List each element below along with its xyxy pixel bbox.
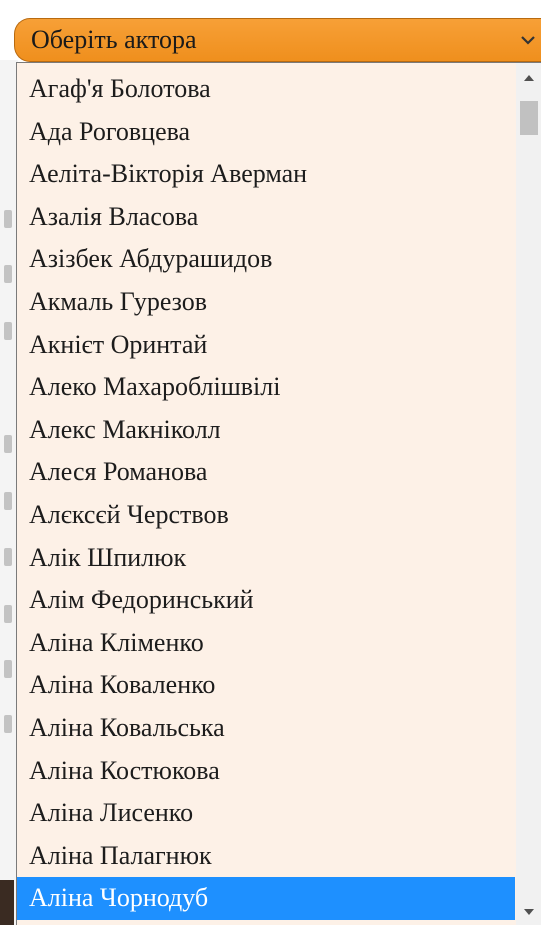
option-item[interactable]: Агаф'я Болотова xyxy=(17,68,515,111)
option-item[interactable]: Алекс Макніколл xyxy=(17,409,515,452)
background-text-fragment xyxy=(4,210,12,228)
option-item[interactable]: Алєксєй Черствов xyxy=(17,494,515,537)
option-list: Агаф'я Болотова Ада Роговцева Аеліта-Вікто… xyxy=(17,68,515,920)
background-text-fragment xyxy=(4,548,12,566)
page: Оберіть актора Агаф'я Болотова Ада Роговц… xyxy=(0,0,541,925)
dropdown-scrollbar[interactable] xyxy=(516,63,541,925)
background-text-fragment xyxy=(4,715,12,733)
option-item[interactable]: Алім Федоринський xyxy=(17,579,515,622)
option-item[interactable]: Алеко Махароблішвілі xyxy=(17,366,515,409)
background-page-footer xyxy=(0,880,14,925)
background-text-fragment xyxy=(4,660,12,678)
background-text-fragment xyxy=(4,435,12,453)
background-text-fragment xyxy=(4,492,12,510)
option-item[interactable]: Акнієт Оринтай xyxy=(17,324,515,367)
background-text-fragment xyxy=(4,265,12,283)
option-item[interactable]: Аеліта-Вікторія Аверман xyxy=(17,153,515,196)
option-item[interactable]: Аліна Коваленко xyxy=(17,664,515,707)
actor-select[interactable]: Оберіть актора xyxy=(14,18,541,62)
chevron-down-icon[interactable] xyxy=(515,18,541,62)
option-item[interactable]: Акмаль Гурезов xyxy=(17,281,515,324)
option-item[interactable]: Азалія Власова xyxy=(17,196,515,239)
scroll-up-arrow-icon[interactable] xyxy=(516,65,541,89)
background-text-fragment xyxy=(4,322,12,340)
actor-dropdown-list: Агаф'я Болотова Ада Роговцева Аеліта-Вікто… xyxy=(16,62,541,925)
option-item[interactable]: Аліна Палагнюк xyxy=(17,835,515,878)
option-item-selected[interactable]: Аліна Чорнодуб xyxy=(17,877,515,920)
option-item[interactable]: Алік Шпилюк xyxy=(17,537,515,580)
option-item[interactable]: Алеся Романова xyxy=(17,451,515,494)
option-item[interactable]: Ада Роговцева xyxy=(17,111,515,154)
option-item[interactable]: Азізбек Абдурашидов xyxy=(17,238,515,281)
option-item[interactable]: Аліна Кліменко xyxy=(17,622,515,665)
scroll-down-arrow-icon[interactable] xyxy=(516,900,541,924)
option-item[interactable]: Аліна Лисенко xyxy=(17,792,515,835)
scrollbar-thumb[interactable] xyxy=(520,101,538,135)
option-item[interactable]: Аліна Костюкова xyxy=(17,750,515,793)
actor-select-value: Оберіть актора xyxy=(31,25,197,54)
option-item[interactable]: Аліна Ковальська xyxy=(17,707,515,750)
background-text-fragment xyxy=(4,605,12,623)
